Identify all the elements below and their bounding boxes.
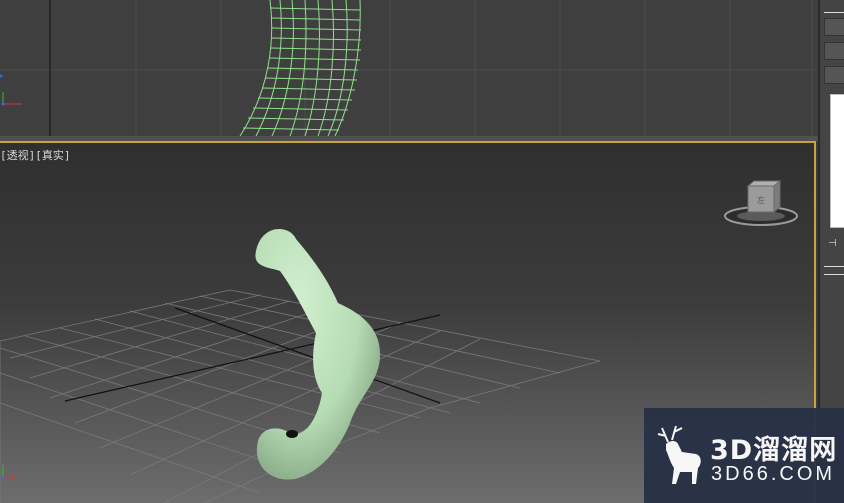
watermark-brand: 3D溜溜网 (710, 435, 838, 466)
panel-divider (824, 266, 844, 267)
viewcube-face-label: 左 (757, 195, 765, 205)
lofted-object (255, 229, 381, 480)
label-bracket-close: ] (63, 149, 71, 162)
shading-mode-menu[interactable]: 真实 (42, 149, 64, 162)
deer-icon (657, 425, 701, 484)
axis-gizmo-perspective (1, 465, 21, 481)
axis-gizmo-top (0, 74, 22, 106)
pin-icon[interactable]: ⊣ (828, 238, 837, 249)
panel-button-3[interactable] (824, 66, 844, 84)
top-viewport-grid (0, 0, 818, 136)
top-viewport[interactable] (0, 0, 818, 136)
color-swatch[interactable] (830, 94, 844, 228)
viewcube[interactable]: 左 (724, 178, 798, 228)
panel-button-2[interactable] (824, 42, 844, 60)
panel-divider (824, 274, 844, 275)
watermark-logo: 3D溜溜网 3D66.COM (644, 408, 844, 503)
viewport-label: [透视][真实] (0, 147, 71, 163)
panel-button-1[interactable] (824, 18, 844, 36)
panel-divider (824, 12, 844, 13)
label-bracket-open: [ (0, 149, 7, 162)
label-bracket-mid: ][ (28, 149, 42, 162)
wireframe-object (239, 0, 362, 136)
view-name-menu[interactable]: 透视 (7, 149, 29, 162)
watermark-domain: 3D66.COM (711, 463, 836, 485)
